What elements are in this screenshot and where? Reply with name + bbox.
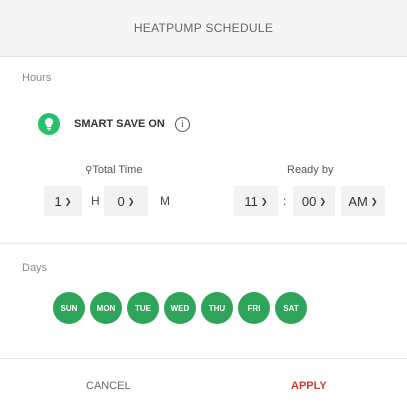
- day-button-thu[interactable]: THU: [201, 292, 233, 324]
- chevron-down-icon: ❯: [370, 196, 378, 206]
- dialog-header: HEATPUMP SCHEDULE: [0, 0, 407, 57]
- day-button-wed[interactable]: WED: [164, 292, 196, 324]
- ready-minute-value: 00: [301, 193, 317, 209]
- chevron-down-icon: ❯: [64, 196, 72, 206]
- minutes-value: 0: [117, 193, 125, 209]
- total-time-title: ⚲Total Time: [85, 164, 142, 176]
- smart-save-row: SMART SAVE ON i: [38, 113, 190, 135]
- day-button-tue[interactable]: TUE: [127, 292, 159, 324]
- minutes-unit: M: [160, 194, 170, 208]
- cancel-button[interactable]: CANCEL: [78, 376, 139, 396]
- day-button-fri[interactable]: FRI: [238, 292, 270, 324]
- ready-hour-value: 11: [244, 193, 258, 209]
- hours-select[interactable]: 1 ❯: [44, 186, 82, 216]
- minutes-select[interactable]: 0 ❯: [104, 186, 148, 216]
- ready-by-title: Ready by: [287, 164, 334, 176]
- smart-save-label: SMART SAVE ON: [74, 118, 165, 130]
- apply-button[interactable]: APPLY: [283, 376, 335, 396]
- days-section-label: Days: [22, 262, 48, 274]
- info-icon[interactable]: i: [174, 116, 190, 132]
- ampm-value: AM: [348, 193, 368, 209]
- dialog-footer: CANCEL APPLY: [0, 358, 407, 408]
- day-button-mon[interactable]: MON: [90, 292, 122, 324]
- day-button-sun[interactable]: SUN: [53, 292, 85, 324]
- bulb-icon: [38, 113, 60, 135]
- days-row: SUN MON TUE WED THU FRI SAT: [53, 292, 307, 324]
- ready-minute-select[interactable]: 00 ❯: [293, 186, 335, 216]
- chevron-down-icon: ❯: [127, 196, 135, 206]
- heatpump-schedule-dialog: HEATPUMP SCHEDULE Hours SMART SAVE ON i …: [0, 0, 407, 407]
- time-separator: :: [283, 194, 287, 208]
- hours-unit: H: [91, 194, 100, 208]
- section-divider: [0, 243, 407, 244]
- total-time-label: Total Time: [92, 164, 143, 176]
- hours-section-label: Hours: [22, 72, 52, 84]
- ready-hour-select[interactable]: 11 ❯: [234, 186, 278, 216]
- chevron-down-icon: ❯: [319, 196, 327, 206]
- chevron-down-icon: ❯: [260, 196, 268, 206]
- day-button-sat[interactable]: SAT: [275, 292, 307, 324]
- ampm-select[interactable]: AM ❯: [341, 186, 385, 216]
- dialog-title: HEATPUMP SCHEDULE: [133, 21, 274, 35]
- hours-value: 1: [54, 193, 62, 209]
